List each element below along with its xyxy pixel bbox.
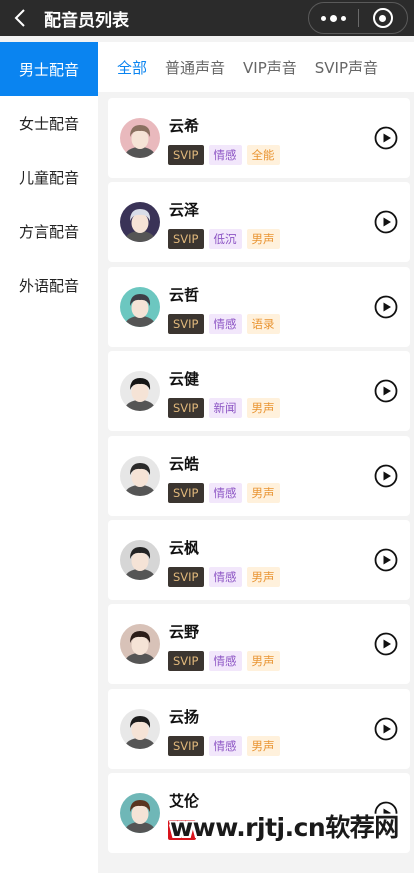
- style-tag: 情感: [208, 651, 242, 672]
- voice-card[interactable]: 云希 SVIP 情感 全能: [108, 98, 410, 178]
- voice-card[interactable]: 云健 SVIP 新闻 男声: [108, 351, 410, 432]
- voice-tags: SVIP 情感 男声: [168, 482, 285, 503]
- level-badge: SVIP: [168, 145, 204, 165]
- voice-tags: SVIP 情感 语录: [168, 313, 285, 334]
- play-circle-icon[interactable]: [374, 464, 398, 488]
- avatar: [120, 708, 160, 749]
- voice-name: 云哲: [169, 285, 200, 304]
- style-tag: 情感: [208, 482, 242, 503]
- voice-name: 云野: [169, 623, 200, 642]
- style-tag: 新闻: [208, 398, 242, 419]
- voice-name: 云皓: [169, 454, 200, 473]
- play-circle-icon[interactable]: [374, 379, 398, 403]
- mini-program-capsule: [308, 2, 408, 34]
- sidebar-item[interactable]: 女士配音: [0, 96, 98, 150]
- sidebar-item[interactable]: 方言配音: [0, 204, 98, 258]
- voice-card[interactable]: 云哲 SVIP 情感 语录: [108, 266, 410, 347]
- voice-name: 云扬: [169, 707, 200, 726]
- style-tag: 情感: [208, 313, 242, 334]
- voice-tags: SVIP 情感 全能: [168, 145, 285, 165]
- voice-tags: SVIP 新闻 男声: [168, 398, 285, 419]
- top-nav-bar: 配音员列表: [0, 0, 414, 36]
- voice-list: 云希 SVIP 情感 全能 云泽 SVIP 低沉 男声 云哲 SVIP 情感 语录 云健 SVIP 新闻 男声…: [108, 98, 410, 858]
- voice-card[interactable]: 云泽 SVIP 低沉 男声: [108, 182, 410, 263]
- avatar: [120, 202, 160, 243]
- avatar: [120, 286, 160, 327]
- voice-tags: SVIP 情感 男声: [168, 566, 285, 587]
- type-tag: 男声: [246, 651, 280, 672]
- level-badge: SVIP: [168, 229, 204, 250]
- type-tag: 男声: [246, 482, 280, 503]
- type-tag: 男声: [246, 735, 280, 756]
- tab-3[interactable]: SVIP声音: [315, 57, 378, 78]
- type-tag: 男声: [246, 229, 280, 250]
- type-tag: 男声: [246, 398, 280, 419]
- back-button[interactable]: [0, 0, 40, 36]
- tab-1[interactable]: 普通声音: [165, 57, 225, 78]
- play-circle-icon[interactable]: [374, 717, 398, 741]
- voice-name: 云枫: [169, 538, 200, 557]
- style-tag: 情感: [208, 566, 242, 587]
- category-sidebar: 男士配音 女士配音 儿童配音 方言配音 外语配音: [0, 42, 98, 873]
- voice-name: 云健: [169, 370, 200, 389]
- play-circle-icon[interactable]: [374, 126, 398, 150]
- play-circle-icon[interactable]: [374, 632, 398, 656]
- voice-tags: SVIP 情感 男声: [168, 735, 285, 756]
- page-title: 配音员列表: [44, 10, 129, 31]
- play-circle-icon[interactable]: [374, 548, 398, 572]
- voice-name: 云希: [169, 117, 200, 135]
- voice-tags: SVIP 情感 男声: [168, 651, 285, 672]
- level-badge: SVIP: [168, 566, 204, 587]
- avatar: [120, 624, 160, 665]
- type-tag: 全能: [246, 145, 280, 165]
- watermark: www.rjtj.cn软荐网: [170, 813, 399, 842]
- voice-card[interactable]: 云皓 SVIP 情感 男声: [108, 435, 410, 516]
- play-circle-icon[interactable]: [374, 210, 398, 234]
- level-badge: SVIP: [168, 398, 204, 419]
- target-circle-icon[interactable]: [358, 3, 407, 33]
- voice-name: 云泽: [169, 201, 200, 220]
- voice-card[interactable]: 云扬 SVIP 情感 男声: [108, 688, 410, 769]
- style-tag: 情感: [208, 145, 242, 165]
- avatar: [120, 539, 160, 580]
- type-tag: 男声: [246, 566, 280, 587]
- filter-tabs: 全部 普通声音 VIP声音 SVIP声音: [98, 42, 414, 92]
- avatar: [120, 793, 160, 834]
- level-badge: SVIP: [168, 313, 204, 334]
- avatar: [120, 118, 160, 158]
- avatar: [120, 455, 160, 496]
- sidebar-item[interactable]: 男士配音: [0, 42, 98, 96]
- voice-tags: SVIP 低沉 男声: [168, 229, 285, 250]
- type-tag: 语录: [246, 313, 280, 334]
- avatar: [120, 371, 160, 412]
- play-circle-icon[interactable]: [374, 295, 398, 319]
- sidebar-item[interactable]: 儿童配音: [0, 150, 98, 204]
- level-badge: SVIP: [168, 651, 204, 672]
- more-dots-icon[interactable]: [309, 3, 358, 33]
- level-badge: SVIP: [168, 735, 204, 756]
- sidebar-item[interactable]: 外语配音: [0, 258, 98, 312]
- chevron-left-icon: [14, 9, 25, 27]
- level-badge: SVIP: [168, 482, 204, 503]
- tab-0[interactable]: 全部: [117, 57, 147, 78]
- style-tag: 低沉: [208, 229, 242, 250]
- voice-card[interactable]: 云枫 SVIP 情感 男声: [108, 519, 410, 600]
- voice-card[interactable]: 云野 SVIP 情感 男声: [108, 604, 410, 685]
- tab-2[interactable]: VIP声音: [243, 57, 297, 78]
- style-tag: 情感: [208, 735, 242, 756]
